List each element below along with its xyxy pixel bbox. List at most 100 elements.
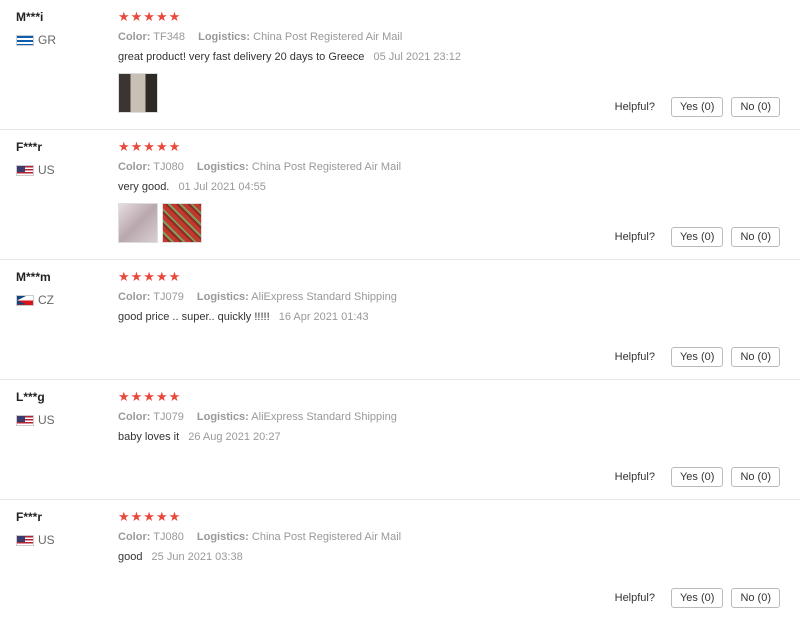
- country-code: US: [38, 533, 55, 547]
- review-text-line: very good. 01 Jul 2021 04:55: [118, 180, 800, 194]
- color-value: TJ079: [153, 411, 184, 423]
- helpful-label: Helpful?: [614, 471, 655, 483]
- review-item: M***i GR ★★★★★ Color: TF348 Logistics: C…: [0, 0, 800, 130]
- helpful-no-button[interactable]: No (0): [731, 97, 780, 117]
- review-date: 16 Apr 2021 01:43: [278, 311, 369, 323]
- review-text-line: great product! very fast delivery 20 day…: [118, 50, 800, 64]
- review-meta: Color: TF348 Logistics: China Post Regis…: [118, 30, 800, 44]
- helpful-vote: Helpful? Yes (0) No (0): [615, 467, 780, 487]
- country-code: US: [38, 163, 55, 177]
- color-value: TJ080: [153, 531, 184, 543]
- color-label: Color:: [118, 31, 151, 43]
- review-text: great product! very fast delivery 20 day…: [118, 51, 365, 63]
- helpful-label: Helpful?: [614, 351, 655, 363]
- reviewer-info: F***r US: [16, 140, 106, 177]
- review-date: 01 Jul 2021 04:55: [178, 181, 266, 193]
- reviewer-name: M***m: [16, 270, 51, 284]
- review-photo-thumbnail[interactable]: [162, 203, 202, 243]
- helpful-vote: Helpful? Yes (0) No (0): [615, 588, 780, 608]
- review-text-line: good 25 Jun 2021 03:38: [118, 550, 800, 564]
- color-label: Color:: [118, 161, 151, 173]
- logistics-value: AliExpress Standard Shipping: [251, 411, 397, 423]
- helpful-yes-button[interactable]: Yes (0): [670, 467, 724, 487]
- helpful-no-button[interactable]: No (0): [731, 467, 780, 487]
- review-photo-thumbnail[interactable]: [118, 73, 158, 113]
- reviewer-info: M***m CZ: [16, 270, 106, 307]
- helpful-vote: Helpful? Yes (0) No (0): [615, 227, 780, 247]
- czech-flag-icon: [16, 294, 34, 306]
- review-item: L***g US ★★★★★ Color: TJ079 Logistics: A…: [0, 380, 800, 500]
- review-meta: Color: TJ079 Logistics: AliExpress Stand…: [118, 290, 800, 304]
- helpful-yes-button[interactable]: Yes (0): [670, 588, 724, 608]
- reviewer-info: F***r US: [16, 510, 106, 547]
- logistics-value: AliExpress Standard Shipping: [251, 291, 397, 303]
- review-meta: Color: TJ079 Logistics: AliExpress Stand…: [118, 410, 800, 424]
- country-code: CZ: [38, 293, 54, 307]
- review-date: 05 Jul 2021 23:12: [373, 51, 461, 63]
- review-item: F***r US ★★★★★ Color: TJ080 Logistics: C…: [0, 130, 800, 260]
- rating-stars: ★★★★★: [118, 509, 182, 524]
- review-content: ★★★★★ Color: TJ080 Logistics: China Post…: [118, 510, 800, 564]
- usa-flag-icon: [16, 534, 34, 546]
- helpful-yes-button[interactable]: Yes (0): [670, 347, 724, 367]
- helpful-vote: Helpful? Yes (0) No (0): [615, 347, 780, 367]
- reviewer-name: F***r: [16, 140, 43, 154]
- review-text: good: [118, 551, 143, 563]
- reviewer-country: US: [16, 163, 106, 177]
- usa-flag-icon: [16, 414, 34, 426]
- logistics-value: China Post Registered Air Mail: [253, 31, 403, 43]
- helpful-no-button[interactable]: No (0): [731, 347, 780, 367]
- helpful-yes-button[interactable]: Yes (0): [670, 227, 724, 247]
- reviewer-info: L***g US: [16, 390, 106, 427]
- reviewer-info: M***i GR: [16, 10, 106, 47]
- review-text-line: baby loves it 26 Aug 2021 20:27: [118, 430, 800, 444]
- helpful-vote: Helpful? Yes (0) No (0): [615, 97, 780, 117]
- helpful-label: Helpful?: [614, 592, 655, 604]
- review-item: M***m CZ ★★★★★ Color: TJ079 Logistics: A…: [0, 260, 800, 380]
- review-date: 25 Jun 2021 03:38: [151, 551, 243, 563]
- usa-flag-icon: [16, 164, 34, 176]
- helpful-label: Helpful?: [614, 101, 655, 113]
- rating-stars: ★★★★★: [118, 269, 182, 284]
- reviewer-country: US: [16, 413, 106, 427]
- color-label: Color:: [118, 531, 151, 543]
- review-meta: Color: TJ080 Logistics: China Post Regis…: [118, 160, 800, 174]
- country-code: GR: [38, 33, 56, 47]
- country-code: US: [38, 413, 55, 427]
- helpful-no-button[interactable]: No (0): [731, 588, 780, 608]
- review-meta: Color: TJ080 Logistics: China Post Regis…: [118, 530, 800, 544]
- color-value: TJ079: [153, 291, 184, 303]
- review-item: F***r US ★★★★★ Color: TJ080 Logistics: C…: [0, 500, 800, 620]
- rating-stars: ★★★★★: [118, 139, 182, 154]
- logistics-label: Logistics:: [196, 411, 249, 423]
- review-photo-thumbnail[interactable]: [118, 203, 158, 243]
- review-content: ★★★★★ Color: TJ079 Logistics: AliExpress…: [118, 390, 800, 444]
- review-text-line: good price .. super.. quickly !!!!! 16 A…: [118, 310, 800, 324]
- review-date: 26 Aug 2021 20:27: [188, 431, 281, 443]
- helpful-yes-button[interactable]: Yes (0): [670, 97, 724, 117]
- reviewer-country: US: [16, 533, 106, 547]
- reviewer-country: CZ: [16, 293, 106, 307]
- review-content: ★★★★★ Color: TJ079 Logistics: AliExpress…: [118, 270, 800, 324]
- review-text: good price .. super.. quickly !!!!!: [118, 311, 270, 323]
- greece-flag-icon: [16, 34, 34, 46]
- helpful-label: Helpful?: [614, 231, 655, 243]
- review-text: baby loves it: [118, 431, 180, 443]
- reviewer-name: F***r: [16, 510, 43, 524]
- color-label: Color:: [118, 291, 151, 303]
- color-label: Color:: [118, 411, 151, 423]
- reviewer-name: M***i: [16, 10, 44, 24]
- color-value: TF348: [153, 31, 186, 43]
- logistics-label: Logistics:: [198, 31, 251, 43]
- logistics-label: Logistics:: [196, 531, 249, 543]
- color-value: TJ080: [153, 161, 184, 173]
- logistics-value: China Post Registered Air Mail: [251, 531, 402, 543]
- logistics-label: Logistics:: [196, 291, 249, 303]
- rating-stars: ★★★★★: [118, 389, 182, 404]
- reviewer-name: L***g: [16, 390, 45, 404]
- logistics-label: Logistics:: [196, 161, 249, 173]
- helpful-no-button[interactable]: No (0): [731, 227, 780, 247]
- rating-stars: ★★★★★: [118, 9, 182, 24]
- review-text: very good.: [118, 181, 170, 193]
- logistics-value: China Post Registered Air Mail: [251, 161, 402, 173]
